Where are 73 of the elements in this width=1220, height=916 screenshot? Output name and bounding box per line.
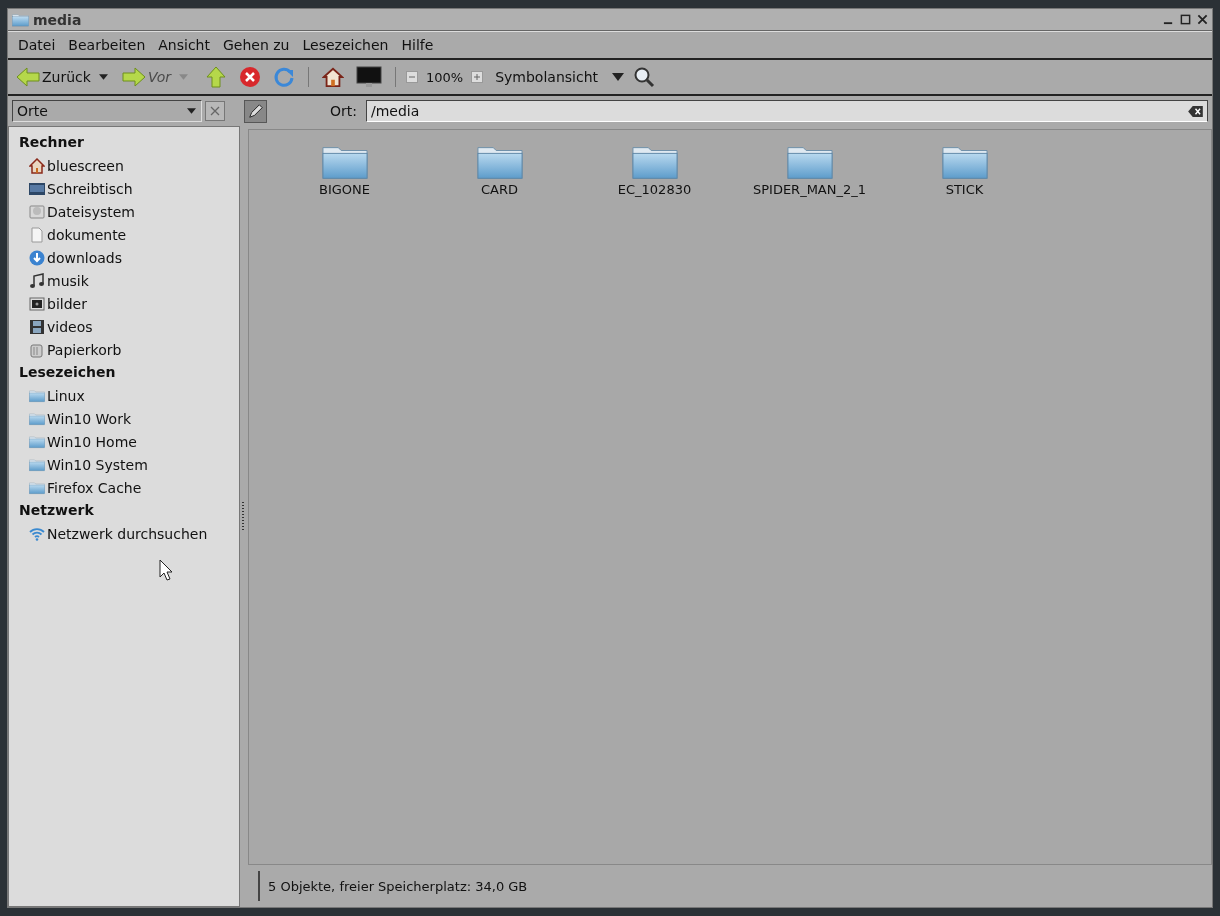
- film-icon: [29, 318, 45, 335]
- folder-icon: [786, 144, 833, 180]
- folder-icon: [631, 144, 678, 180]
- folder-item[interactable]: SPIDER_MAN_2_1: [732, 144, 887, 197]
- folder-icon: [29, 479, 45, 496]
- window-title: media: [33, 11, 82, 28]
- menu-item[interactable]: Ansicht: [158, 37, 210, 53]
- folder-icon: [29, 456, 45, 473]
- left-arrow-icon: [16, 67, 40, 87]
- wifi-icon: [29, 525, 45, 542]
- sidebar-item[interactable]: videos: [14, 315, 239, 338]
- sidebar-item[interactable]: Firefox Cache: [14, 476, 239, 499]
- caret-icon: [187, 108, 196, 114]
- view-mode-dropdown[interactable]: Symbolansicht: [495, 69, 624, 85]
- trash-icon: [29, 341, 45, 358]
- places-dropdown[interactable]: Orte: [12, 100, 202, 122]
- menu-item[interactable]: Lesezeichen: [302, 37, 389, 53]
- sidebar-item[interactable]: Papierkorb: [14, 338, 239, 361]
- status-bar: 5 Objekte, freier Speicherplatz: 34,0 GB: [258, 871, 1202, 901]
- folder-icon: [321, 144, 368, 180]
- caret-icon: [612, 73, 624, 81]
- menu-item[interactable]: Datei: [18, 37, 56, 53]
- folder-icon: [29, 410, 45, 427]
- location-label: Ort:: [330, 103, 357, 119]
- right-arrow-icon: [121, 67, 146, 87]
- sidebar-item[interactable]: Schreibtisch: [14, 177, 239, 200]
- download-icon: [29, 249, 45, 266]
- stop-icon[interactable]: [239, 66, 261, 88]
- pencil-icon[interactable]: [244, 99, 267, 123]
- sidebar-item[interactable]: Win10 Home: [14, 430, 239, 453]
- sidebar-item[interactable]: bilder: [14, 292, 239, 315]
- mouse-pointer-icon: [159, 559, 173, 581]
- folder-item[interactable]: CARD: [422, 144, 577, 197]
- document-icon: [29, 226, 45, 243]
- sidebar-item[interactable]: musik: [14, 269, 239, 292]
- folder-item[interactable]: BIGONE: [267, 144, 422, 197]
- maximize-icon[interactable]: [1180, 14, 1191, 25]
- desktop-icon: [29, 180, 45, 197]
- picture-icon: [29, 295, 45, 312]
- sidebar-item[interactable]: downloads: [14, 246, 239, 269]
- section-heading: Lesezeichen: [18, 363, 117, 382]
- home-icon: [29, 157, 45, 174]
- menu-item[interactable]: Bearbeiten: [68, 37, 146, 53]
- menu-item[interactable]: Gehen zu: [223, 37, 290, 53]
- folder-icon: [476, 144, 523, 180]
- sidebar-item[interactable]: Win10 Work: [14, 407, 239, 430]
- zoom-in-icon[interactable]: [471, 71, 484, 83]
- monitor-icon[interactable]: [356, 66, 382, 88]
- sidebar-item[interactable]: Netzwerk durchsuchen: [14, 522, 239, 545]
- folder-icon: [12, 12, 29, 27]
- location-field[interactable]: /media: [366, 100, 1208, 122]
- folder-item[interactable]: STICK: [887, 144, 1042, 197]
- section-heading: Netzwerk: [18, 501, 95, 520]
- home-icon[interactable]: [322, 66, 344, 88]
- sidebar-item[interactable]: Win10 System: [14, 453, 239, 476]
- folder-icon: [29, 387, 45, 404]
- caret-icon[interactable]: [98, 74, 108, 80]
- back-button[interactable]: Zurück: [16, 67, 91, 87]
- sidebar-item[interactable]: Linux: [14, 384, 239, 407]
- sidebar-item[interactable]: Dateisystem: [14, 200, 239, 223]
- sidebar-item[interactable]: dokumente: [14, 223, 239, 246]
- folder-icon: [941, 144, 988, 180]
- music-note-icon: [29, 272, 45, 289]
- folder-item[interactable]: EC_102830: [577, 144, 732, 197]
- drive-icon: [29, 203, 45, 220]
- menu-item[interactable]: Hilfe: [401, 37, 434, 53]
- close-icon[interactable]: [1197, 14, 1208, 25]
- sidebar-item[interactable]: bluescreen: [14, 154, 239, 177]
- clear-icon[interactable]: [1188, 105, 1203, 117]
- folder-icon: [29, 433, 45, 450]
- search-icon[interactable]: [633, 66, 655, 88]
- zoom-level: 100%: [426, 69, 464, 85]
- section-heading: Rechner: [18, 133, 85, 152]
